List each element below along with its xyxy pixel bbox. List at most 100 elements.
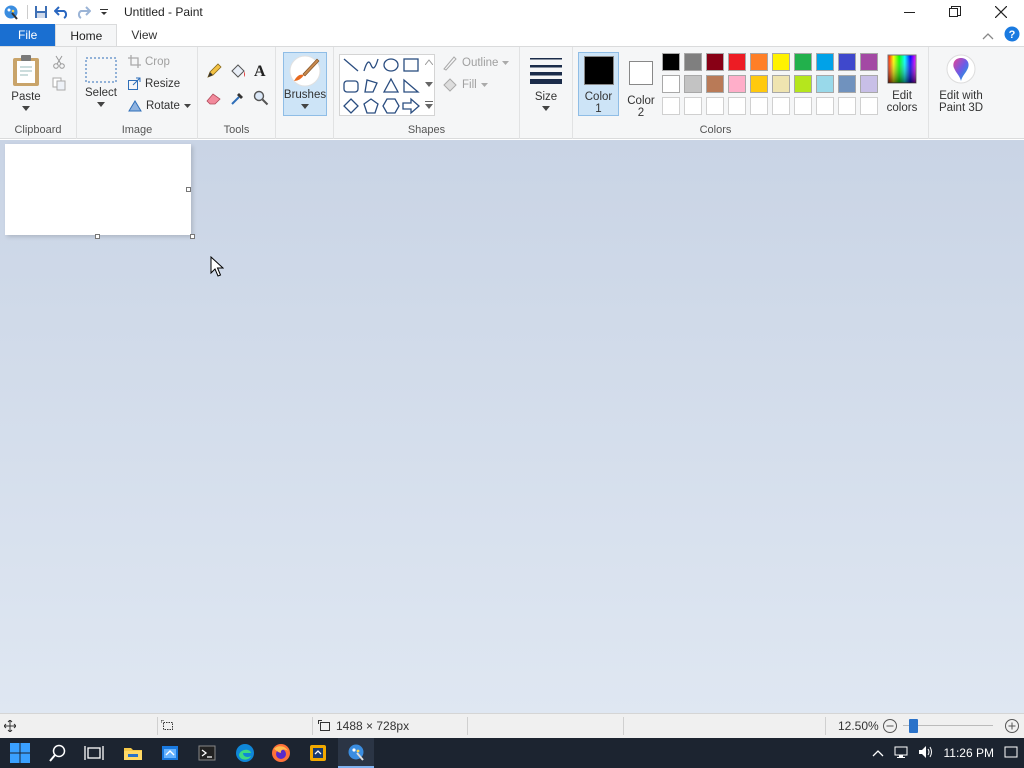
right-arrow-shape-icon[interactable]	[402, 97, 420, 115]
palette-swatch[interactable]	[816, 75, 834, 93]
palette-swatch[interactable]	[772, 53, 790, 71]
clock-time[interactable]: 11:26 PM	[944, 746, 994, 760]
custom-color-slot[interactable]	[860, 97, 878, 115]
custom-color-slot[interactable]	[750, 97, 768, 115]
palette-swatch[interactable]	[706, 53, 724, 71]
help-icon[interactable]: ?	[1004, 26, 1020, 45]
shapes-scroll-up-icon[interactable]	[425, 59, 433, 65]
rotate-button[interactable]: Rotate	[128, 99, 191, 112]
shapes-scroll-down-icon[interactable]	[425, 82, 433, 88]
triangle-shape-icon[interactable]	[382, 77, 400, 95]
palette-swatch[interactable]	[750, 75, 768, 93]
palette-swatch[interactable]	[794, 75, 812, 93]
collapse-ribbon-chevron-icon[interactable]	[982, 29, 994, 43]
taskbar-app-blue[interactable]	[152, 738, 188, 768]
polygon-shape-icon[interactable]	[362, 77, 380, 95]
palette-swatch[interactable]	[728, 75, 746, 93]
pentagon-shape-icon[interactable]	[362, 97, 380, 115]
undo-icon[interactable]	[53, 3, 71, 21]
fill-tool[interactable]	[229, 63, 246, 79]
zoom-in-button[interactable]	[1004, 714, 1020, 738]
palette-swatch[interactable]	[816, 53, 834, 71]
tray-overflow-chevron-icon[interactable]	[872, 746, 884, 760]
network-icon[interactable]	[894, 745, 910, 762]
palette-swatch[interactable]	[794, 53, 812, 71]
palette-swatch[interactable]	[772, 75, 790, 93]
volume-icon[interactable]	[918, 745, 934, 762]
palette-swatch[interactable]	[838, 53, 856, 71]
paste-button[interactable]: Paste	[8, 53, 44, 111]
save-icon[interactable]	[32, 3, 50, 21]
cut-button[interactable]	[52, 55, 66, 69]
custom-color-slot[interactable]	[794, 97, 812, 115]
text-tool[interactable]: A	[253, 62, 269, 78]
brushes-button[interactable]: Brushes	[283, 52, 327, 116]
task-view-button[interactable]	[76, 738, 112, 768]
color2-button[interactable]: Color 2	[622, 55, 660, 119]
crop-button[interactable]: Crop	[128, 55, 170, 68]
taskbar-firefox[interactable]	[263, 738, 299, 768]
diamond-shape-icon[interactable]	[342, 97, 360, 115]
right-triangle-shape-icon[interactable]	[402, 77, 420, 95]
edit-colors-button[interactable]: Edit colors	[880, 54, 924, 114]
palette-swatch[interactable]	[684, 53, 702, 71]
fill-button[interactable]: Fill	[442, 77, 488, 93]
size-button[interactable]: Size	[528, 55, 564, 111]
edit-with-paint3d-button[interactable]: Edit with Paint 3D	[933, 54, 989, 114]
palette-swatch[interactable]	[706, 75, 724, 93]
drawing-canvas[interactable]	[5, 144, 191, 235]
start-button[interactable]	[2, 738, 38, 768]
curve-shape-icon[interactable]	[362, 56, 380, 74]
shapes-expand-icon[interactable]	[425, 101, 433, 109]
canvas-resize-handle-right[interactable]	[186, 187, 191, 192]
palette-swatch[interactable]	[662, 53, 680, 71]
zoom-slider[interactable]	[903, 714, 997, 738]
resize-button[interactable]: Resize	[128, 77, 180, 90]
custom-color-slot[interactable]	[706, 97, 724, 115]
taskbar-paint[interactable]	[338, 738, 374, 768]
custom-color-slot[interactable]	[772, 97, 790, 115]
restore-button[interactable]	[932, 0, 978, 24]
tab-home[interactable]: Home	[55, 24, 118, 46]
palette-swatch[interactable]	[860, 75, 878, 93]
pencil-tool[interactable]	[206, 63, 222, 79]
custom-color-slot[interactable]	[662, 97, 680, 115]
eraser-tool[interactable]	[206, 91, 222, 105]
magnifier-tool[interactable]	[253, 90, 269, 106]
paint-app-icon[interactable]	[2, 3, 20, 21]
hexagon-shape-icon[interactable]	[382, 97, 400, 115]
palette-swatch[interactable]	[684, 75, 702, 93]
tab-file[interactable]: File	[0, 24, 56, 46]
custom-color-slot[interactable]	[838, 97, 856, 115]
custom-color-slot[interactable]	[684, 97, 702, 115]
taskbar-search-button[interactable]	[40, 738, 76, 768]
canvas-resize-handle-corner[interactable]	[190, 234, 195, 239]
zoom-out-button[interactable]	[882, 714, 898, 738]
palette-swatch[interactable]	[728, 53, 746, 71]
palette-swatch[interactable]	[662, 75, 680, 93]
rectangle-shape-icon[interactable]	[402, 56, 420, 74]
taskbar-terminal[interactable]	[189, 738, 225, 768]
line-shape-icon[interactable]	[342, 56, 360, 74]
custom-color-slot[interactable]	[728, 97, 746, 115]
tab-view[interactable]: View	[117, 24, 171, 46]
rounded-rectangle-shape-icon[interactable]	[342, 77, 360, 95]
taskbar-app-yellow[interactable]	[300, 738, 336, 768]
customize-toolbar-chevron-icon[interactable]	[95, 3, 113, 21]
copy-button[interactable]	[52, 77, 66, 91]
taskbar-file-explorer[interactable]	[115, 738, 151, 768]
redo-icon[interactable]	[74, 3, 92, 21]
color-picker-tool[interactable]	[230, 90, 246, 106]
outline-button[interactable]: Outline	[442, 55, 510, 71]
select-button[interactable]: Select	[83, 57, 119, 107]
palette-swatch[interactable]	[750, 53, 768, 71]
taskbar-edge[interactable]	[227, 738, 263, 768]
close-button[interactable]	[978, 0, 1024, 24]
minimize-button[interactable]	[886, 0, 932, 24]
notification-icon[interactable]	[1004, 745, 1018, 762]
palette-swatch[interactable]	[838, 75, 856, 93]
color1-button[interactable]: Color 1	[578, 52, 619, 116]
canvas-resize-handle-bottom[interactable]	[95, 234, 100, 239]
palette-swatch[interactable]	[860, 53, 878, 71]
canvas-workspace[interactable]	[0, 140, 1024, 713]
